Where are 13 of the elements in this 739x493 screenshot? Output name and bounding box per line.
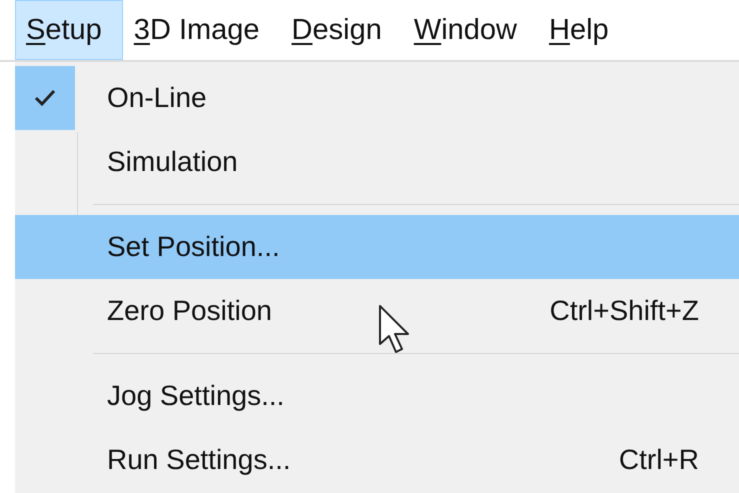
menu-item[interactable]: On-Line bbox=[15, 66, 739, 130]
menu-item[interactable]: Set Position... bbox=[15, 215, 739, 279]
menu-bar-item[interactable]: 3D Image bbox=[122, 0, 281, 60]
menu-item[interactable]: Run Settings... Ctrl+R bbox=[15, 428, 739, 492]
menu-bar-item[interactable]: Window bbox=[402, 0, 538, 60]
shortcut-text: Ctrl+R bbox=[618, 444, 699, 476]
menu-bar-item[interactable]: Design bbox=[280, 0, 403, 60]
shortcut-text: Ctrl+Shift+Z bbox=[550, 295, 699, 327]
menu-bar-item[interactable]: Setup bbox=[15, 0, 123, 60]
menu-bar-item[interactable]: Help bbox=[538, 0, 630, 60]
menu-item[interactable]: Jog Settings... bbox=[15, 364, 739, 428]
menu-item[interactable]: Simulation bbox=[15, 130, 739, 194]
menu-item[interactable]: Zero Position Ctrl+Shift+Z bbox=[15, 279, 739, 343]
